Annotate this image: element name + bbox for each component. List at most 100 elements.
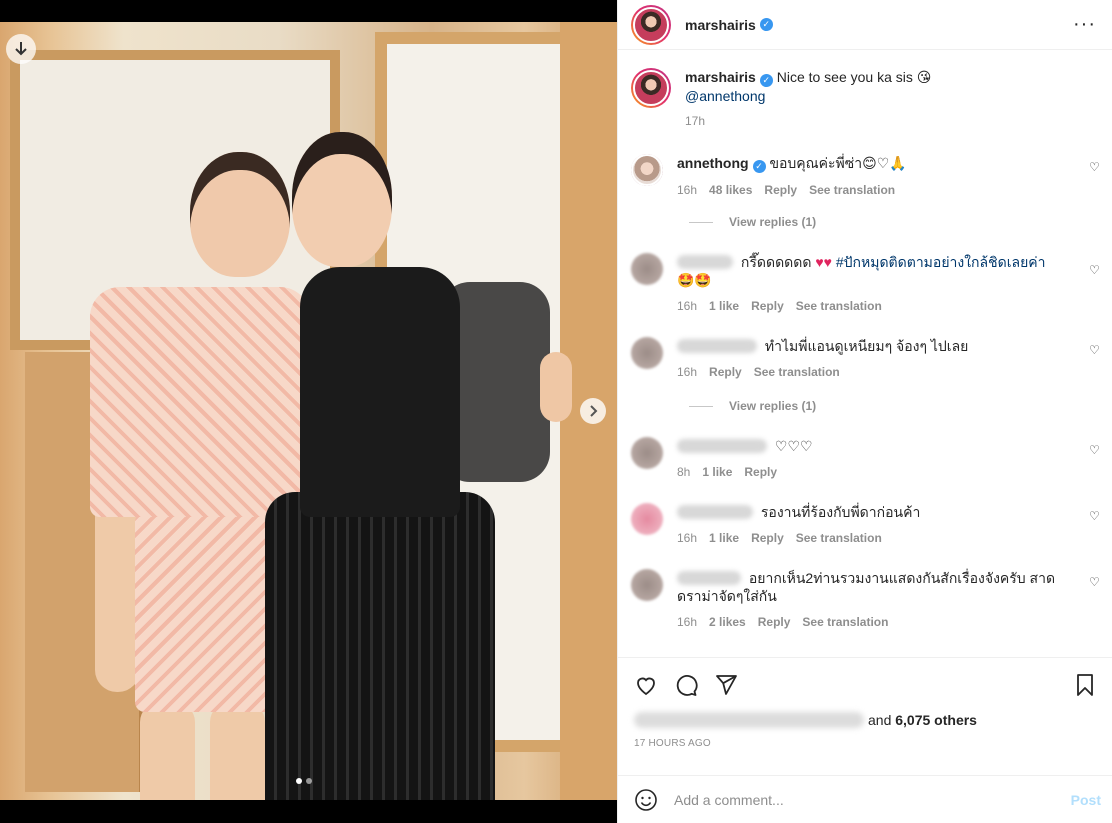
reply-button[interactable]: Reply	[751, 529, 784, 547]
comment-text: ♡♡♡	[774, 438, 813, 454]
commenter-avatar[interactable]	[631, 253, 663, 285]
comment-time: 16h	[677, 615, 698, 629]
emoji-icon[interactable]	[634, 788, 658, 812]
comment-like-heart-icon[interactable]: ♡	[1089, 343, 1101, 357]
commenter-username-blurred[interactable]	[677, 439, 767, 453]
caption-mention-link[interactable]: @annethong	[685, 88, 765, 104]
caption-username[interactable]: marshairis	[685, 69, 756, 85]
post-caption: marshairis ✓ Nice to see you ka sis 😘 @an…	[618, 51, 1112, 130]
chevron-right-icon[interactable]	[580, 398, 606, 424]
comment-like-heart-icon[interactable]: ♡	[1089, 509, 1101, 523]
likes-summary: and 6,075 others	[634, 712, 1097, 728]
comment-text: ทำไมพี่แอนดูเหนียมๆ จ้องๆ ไปเลย	[764, 338, 969, 354]
comment-emoji: 🤩🤩	[677, 272, 712, 288]
caption-timestamp: 17h	[685, 114, 706, 128]
reply-button[interactable]: Reply	[758, 613, 791, 631]
comment-item: อยากเห็น2ท่านรวมงานแสดงกันสักเรื่องจังคร…	[631, 569, 1101, 631]
commenter-avatar[interactable]	[631, 569, 663, 601]
more-horizontal-icon[interactable]: ···	[1073, 13, 1096, 36]
reply-button[interactable]: Reply	[764, 181, 797, 199]
comments-list[interactable]: marshairis ✓ Nice to see you ka sis 😘 @an…	[618, 51, 1112, 657]
commenter-username-blurred[interactable]	[677, 505, 753, 519]
person-right-skirt	[265, 492, 495, 800]
commenter-username[interactable]: annethong	[677, 155, 749, 171]
likes-prefix: and	[868, 712, 892, 728]
reply-button[interactable]: Reply	[751, 297, 784, 315]
comment-item: ♡♡♡ 8h 1 like Reply ♡	[631, 437, 1101, 481]
commenter-avatar[interactable]	[631, 437, 663, 469]
comment-item: ทำไมพี่แอนดูเหนียมๆ จ้องๆ ไปเลย 16h Repl…	[631, 337, 1101, 381]
comment-like-heart-icon[interactable]: ♡	[1089, 263, 1101, 277]
commenter-username-blurred[interactable]	[677, 339, 757, 353]
verified-badge-icon: ✓	[752, 160, 766, 173]
comment-likes[interactable]: 48 likes	[709, 181, 752, 199]
verified-badge-icon: ✓	[759, 74, 773, 87]
person-left-head	[190, 152, 290, 277]
carousel-dot-active	[296, 778, 302, 784]
person-right-hand	[540, 352, 572, 422]
share-icon[interactable]	[714, 673, 738, 697]
post-header: marshairis ✓ ···	[618, 0, 1112, 50]
post-photo[interactable]	[0, 22, 617, 800]
see-translation-button[interactable]: See translation	[796, 529, 882, 547]
post-actions: and 6,075 others 17 HOURS AGO	[618, 657, 1112, 749]
reply-button[interactable]: Reply	[709, 363, 742, 381]
comment-hashtag-link[interactable]: #ปักหมุดติดตามอย่างใกล้ชิดเลยค่า	[836, 254, 1046, 270]
carousel-dot	[306, 778, 312, 784]
comment-text: กรี๊ดดดดดด	[740, 254, 812, 270]
comment-like-heart-icon[interactable]: ♡	[1089, 443, 1101, 457]
commenter-avatar[interactable]	[631, 154, 663, 186]
comment-icon[interactable]	[674, 673, 698, 697]
see-translation-button[interactable]: See translation	[809, 181, 895, 199]
post-media	[0, 0, 617, 823]
caption-avatar[interactable]	[631, 68, 671, 108]
commenter-username-blurred[interactable]	[677, 571, 741, 585]
comment-item: รองานที่ร้องกับพี่ดาก่อนค้า 16h 1 like R…	[631, 503, 1101, 547]
heart-icon[interactable]	[634, 673, 658, 697]
comment-like-heart-icon[interactable]: ♡	[1089, 575, 1101, 589]
post-button[interactable]: Post	[1071, 792, 1101, 808]
comment-like-heart-icon[interactable]: ♡	[1089, 160, 1101, 174]
author-username[interactable]: marshairis	[685, 17, 756, 33]
comment-time: 8h	[677, 465, 691, 479]
comment-text: รองานที่ร้องกับพี่ดาก่อนค้า	[760, 504, 921, 520]
view-replies-button[interactable]: View replies (1)	[689, 215, 816, 229]
post-timestamp: 17 HOURS AGO	[634, 738, 711, 749]
view-replies-button[interactable]: View replies (1)	[689, 399, 816, 413]
comment-likes[interactable]: 1 like	[709, 529, 739, 547]
download-icon[interactable]	[6, 34, 36, 64]
person-left-leg	[140, 702, 195, 800]
person-right-head	[292, 132, 392, 267]
comment-likes[interactable]: 2 likes	[709, 613, 746, 631]
comment-text: อยากเห็น2ท่านรวมงานแสดงกันสักเรื่องจังคร…	[748, 570, 1056, 586]
person-left-top	[90, 287, 310, 517]
see-translation-button[interactable]: See translation	[796, 297, 882, 315]
caption-text: Nice to see you ka sis 😘	[776, 69, 932, 85]
see-translation-button[interactable]: See translation	[754, 363, 840, 381]
comment-likes[interactable]: 1 like	[709, 297, 739, 315]
commenter-avatar[interactable]	[631, 503, 663, 535]
likes-count[interactable]: 6,075 others	[895, 712, 977, 728]
comment-item: annethong ✓ ขอบคุณค่ะพี่ซ่า😊♡🙏 16h 48 lik…	[631, 154, 1101, 199]
comment-time: 16h	[677, 299, 698, 313]
verified-badge-icon: ✓	[759, 18, 773, 31]
comment-item: กรี๊ดดดดดด ♥♥ #ปักหมุดติดตามอย่างใกล้ชิด…	[631, 253, 1101, 315]
liked-by-blurred[interactable]	[634, 712, 864, 728]
bookmark-icon[interactable]	[1073, 673, 1097, 697]
person-right-top	[300, 267, 460, 517]
person-left-leg	[210, 702, 265, 800]
reply-button[interactable]: Reply	[744, 463, 777, 481]
comment-time: 16h	[677, 183, 698, 197]
commenter-username-blurred[interactable]	[677, 255, 733, 269]
comment-hearts: ♥♥	[815, 254, 832, 270]
comment-time: 16h	[677, 531, 698, 545]
commenter-avatar[interactable]	[631, 337, 663, 369]
comment-likes[interactable]: 1 like	[702, 463, 732, 481]
comment-time: 16h	[677, 365, 698, 379]
post-sidebar: marshairis ✓ ··· marshairis ✓ Nice to see…	[617, 0, 1112, 823]
author-avatar[interactable]	[631, 4, 671, 45]
see-translation-button[interactable]: See translation	[802, 613, 888, 631]
comment-input[interactable]	[674, 791, 1071, 808]
comment-text-continued: ดราม่าจัดๆใส่กัน	[677, 588, 777, 604]
carousel-indicator	[296, 778, 312, 784]
